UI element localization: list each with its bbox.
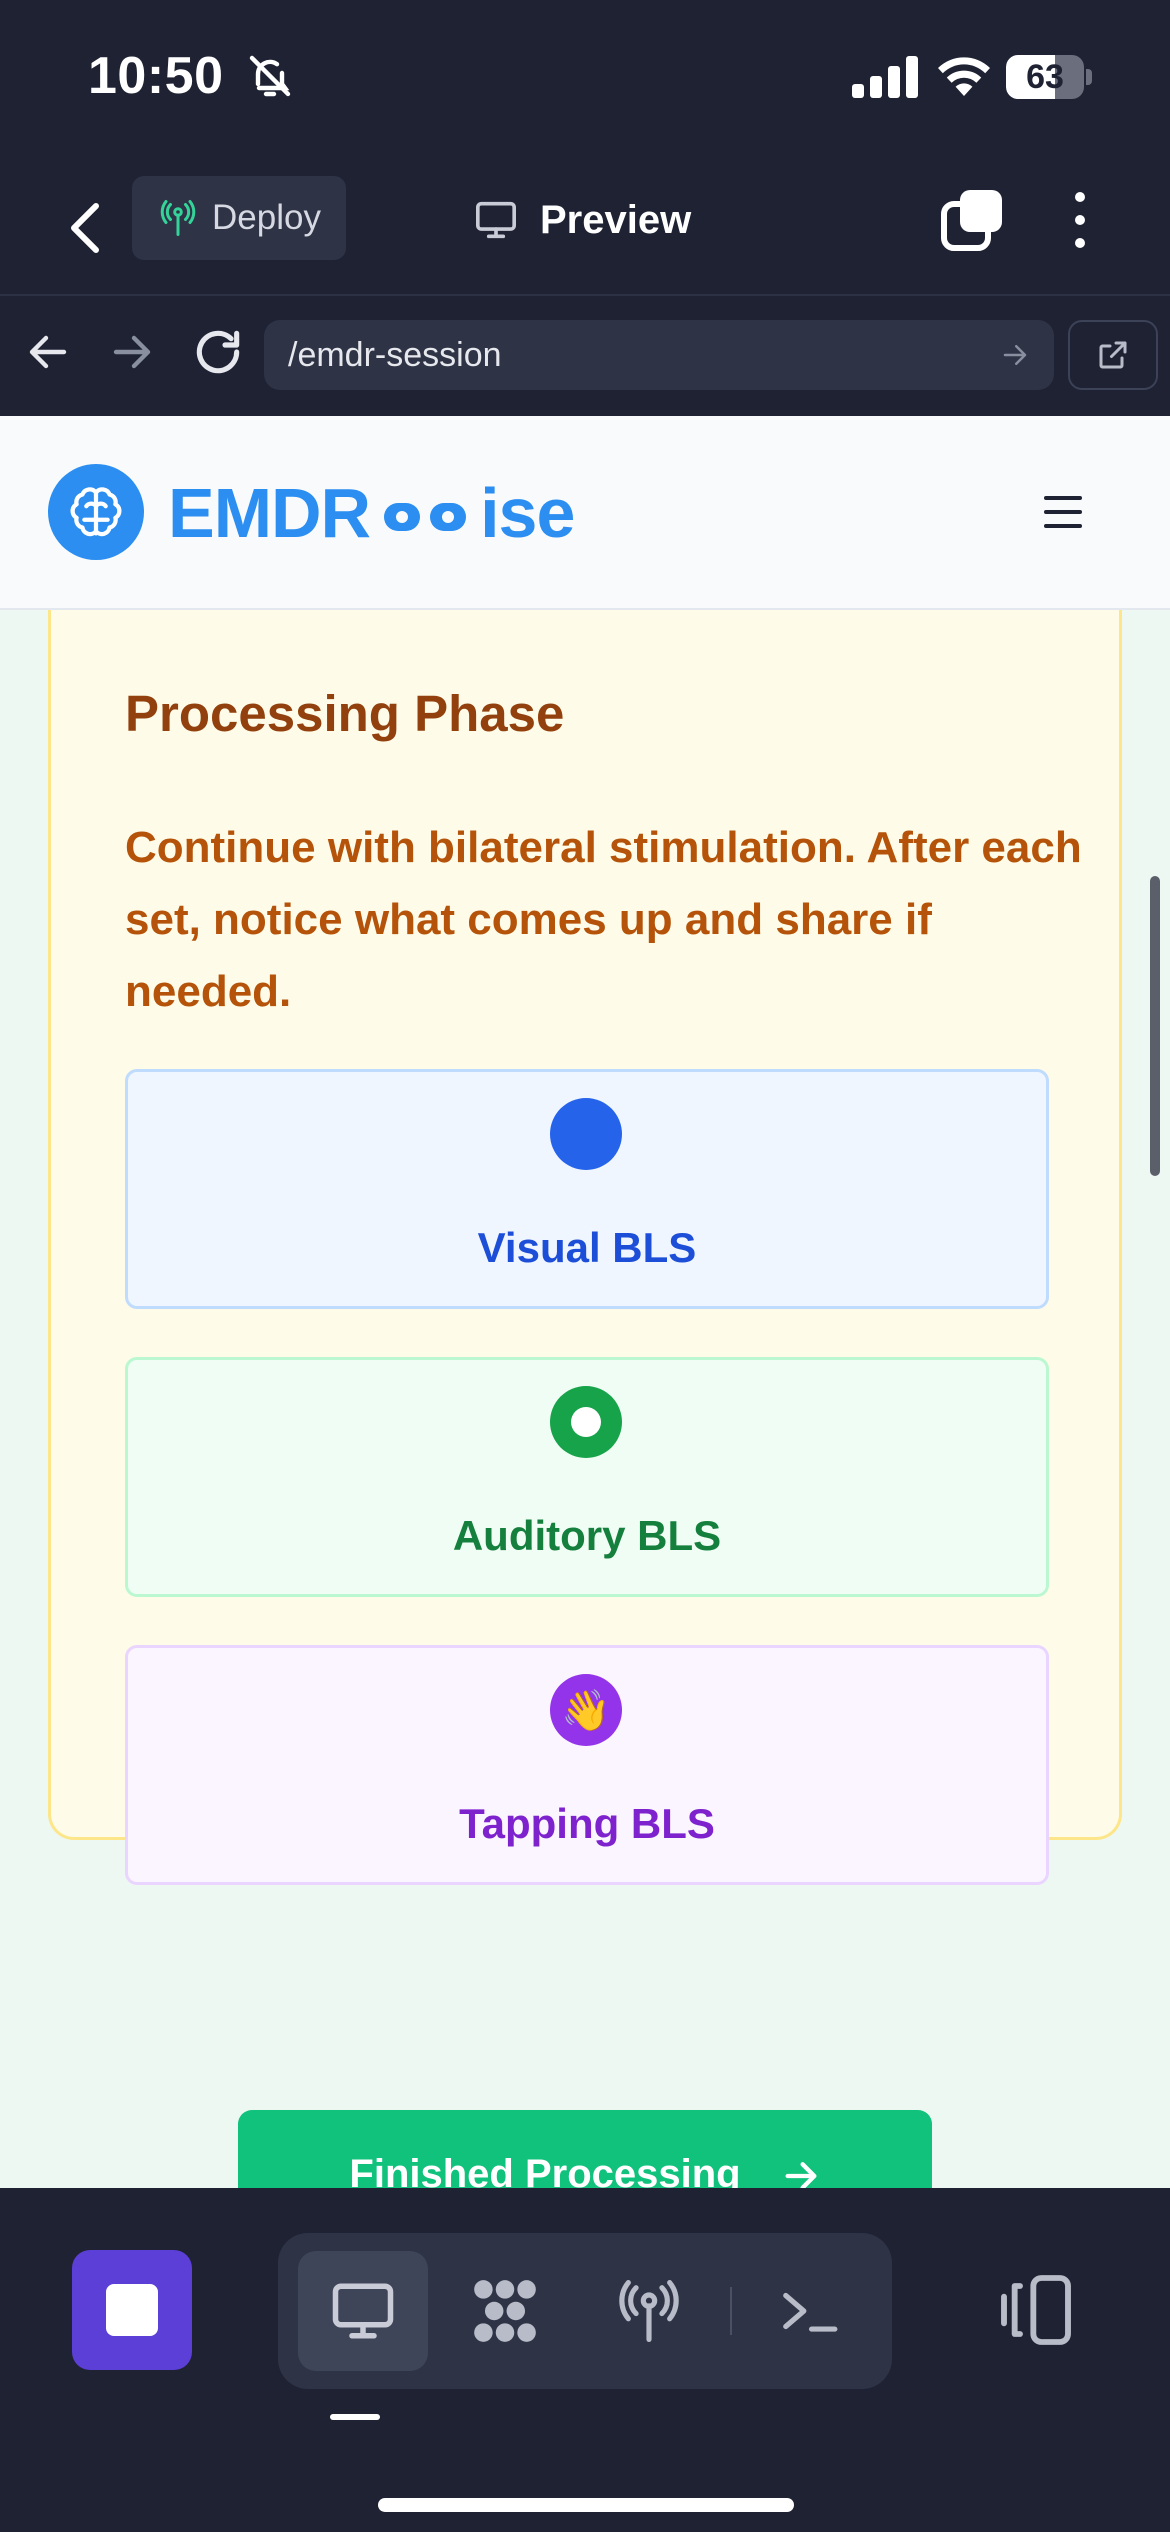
- external-link-icon: [1099, 341, 1127, 369]
- terminal-icon: [783, 2292, 838, 2332]
- page-scrollbar[interactable]: [1150, 876, 1160, 1176]
- monitor-icon: [332, 2283, 394, 2339]
- battery-icon: 63: [1006, 55, 1092, 99]
- reload-icon[interactable]: [190, 324, 246, 380]
- chevron-left-icon: [71, 203, 99, 253]
- tab-preview[interactable]: [298, 2251, 428, 2371]
- monitor-icon: [476, 201, 516, 239]
- browser-nav-bar: /emdr-session: [0, 296, 1170, 416]
- auditory-bls-label: Auditory BLS: [452, 1512, 722, 1559]
- eyes-logo-icon: [384, 503, 467, 531]
- cellular-signal-icon: [852, 56, 918, 98]
- finished-processing-label: Finished Processing: [349, 2152, 741, 2188]
- arrow-right-icon[interactable]: [108, 328, 156, 376]
- stop-button[interactable]: [72, 2250, 192, 2370]
- arrow-right-icon: [785, 2162, 817, 2188]
- deploy-button[interactable]: Deploy: [132, 176, 346, 260]
- antenna-icon: [160, 200, 196, 236]
- bottom-dock: [0, 2188, 1170, 2532]
- divider: [730, 2287, 732, 2335]
- visual-bls-label: Visual BLS: [477, 1224, 697, 1271]
- visual-bls-option[interactable]: Visual BLS: [125, 1069, 1049, 1309]
- processing-phase-card: Processing Phase Continue with bilateral…: [48, 610, 1122, 1885]
- url-field[interactable]: /emdr-session: [264, 320, 1054, 390]
- status-time: 10:50: [88, 47, 224, 105]
- ring-icon: [550, 1386, 622, 1458]
- tab-shell[interactable]: [744, 2251, 874, 2371]
- logo-text-right: ise: [480, 474, 575, 552]
- view-switcher: [278, 2233, 892, 2389]
- finished-processing-button[interactable]: Finished Processing: [238, 2110, 932, 2188]
- site-header: EMDR ise: [0, 416, 1170, 610]
- logo-text-left: EMDR: [168, 474, 371, 552]
- status-bar: 10:50 63: [0, 0, 1170, 160]
- tapping-bls-option[interactable]: 👋 Tapping BLS: [125, 1645, 1049, 1885]
- web-viewport: EMDR ise Processing Phase Continue with …: [0, 416, 1170, 2188]
- tapping-bls-label: Tapping BLS: [459, 1800, 715, 1847]
- waving-hand-icon: 👋: [550, 1674, 622, 1746]
- battery-percent: 63: [1026, 58, 1064, 96]
- active-tab-indicator: [330, 2414, 380, 2420]
- auditory-bls-option[interactable]: Auditory BLS: [125, 1357, 1049, 1597]
- tab-deploy[interactable]: [584, 2251, 714, 2371]
- antenna-icon: [619, 2279, 679, 2342]
- nodes-icon: [474, 2280, 536, 2342]
- wifi-icon: [938, 57, 990, 96]
- stop-icon: [106, 2284, 158, 2336]
- deploy-label: Deploy: [212, 198, 321, 237]
- brain-logo-icon[interactable]: [48, 464, 144, 560]
- tabs-icon[interactable]: [940, 186, 1006, 252]
- site-logo[interactable]: EMDR ise: [168, 468, 575, 558]
- menu-icon[interactable]: [1044, 496, 1082, 528]
- home-indicator[interactable]: [378, 2498, 794, 2512]
- more-options-button[interactable]: [1062, 184, 1098, 256]
- preview-button[interactable]: Preview: [474, 182, 691, 258]
- preview-label: Preview: [540, 197, 692, 242]
- phase-description: Continue with bilateral stimulation. Aft…: [125, 823, 1082, 1016]
- arrow-left-icon[interactable]: [24, 328, 72, 376]
- open-external-button[interactable]: [1068, 320, 1158, 390]
- side-panel-icon[interactable]: [996, 2270, 1076, 2350]
- phase-title: Processing Phase: [125, 685, 565, 742]
- bell-muted-icon: [249, 55, 291, 97]
- tab-workspace[interactable]: [440, 2251, 570, 2371]
- blue-dot-icon: [550, 1098, 622, 1170]
- back-button[interactable]: [60, 190, 110, 266]
- url-text: /emdr-session: [288, 335, 502, 374]
- go-arrow-icon[interactable]: [1000, 340, 1030, 370]
- app-toolbar: Deploy Preview: [0, 160, 1170, 296]
